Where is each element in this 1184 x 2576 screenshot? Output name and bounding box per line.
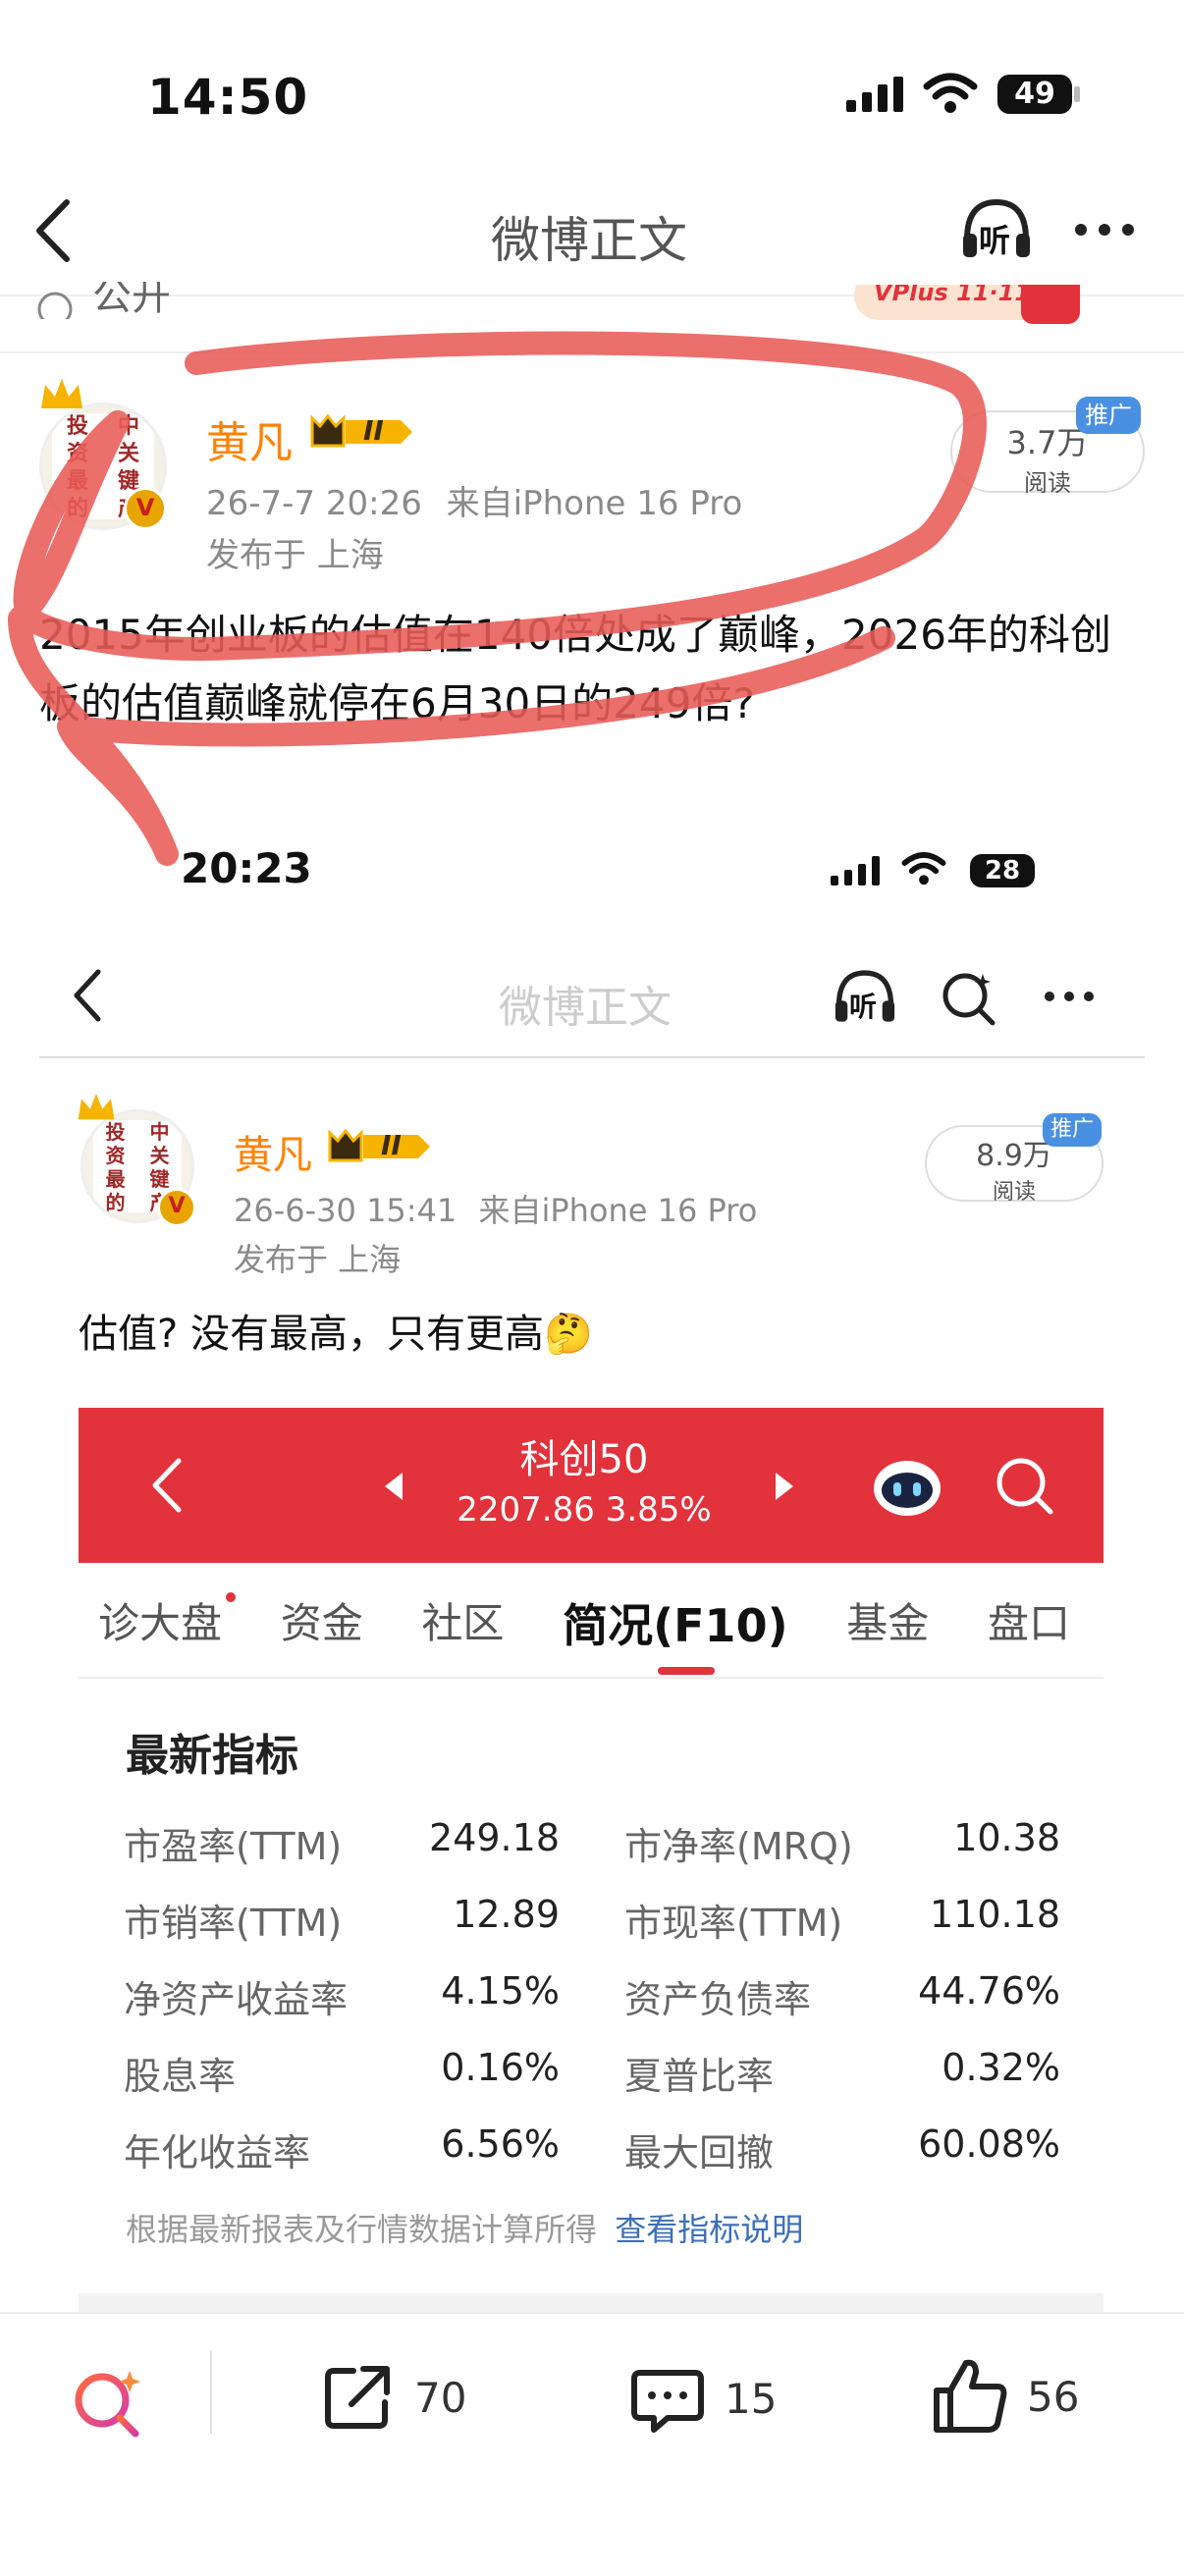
stock-prev-icon: [385, 1473, 403, 1500]
tab-fund: 基金: [846, 1599, 930, 1647]
inner-page-title: 微博正文: [499, 983, 672, 1033]
status-time: 14:50: [147, 69, 309, 126]
annotation-scribble: [8, 331, 987, 866]
metric-label: 资产负债率: [624, 1978, 812, 2021]
inner-back-chevron-icon: [69, 966, 108, 1029]
ai-search-icon[interactable]: [69, 2365, 147, 2443]
stock-bottom-strip: [79, 2293, 1103, 2313]
metric-value: 0.32%: [942, 2046, 1060, 2089]
inner-source-device: 来自iPhone 16 Pro: [478, 1192, 758, 1229]
tab-funds: 资金: [280, 1599, 363, 1647]
inner-battery-indicator: 28: [970, 854, 1035, 887]
like-button[interactable]: 56: [931, 2355, 1079, 2438]
globe-icon: [35, 290, 75, 319]
footnote: 根据最新报表及行情数据计算所得 查看指标说明: [126, 2205, 803, 2250]
repost-button[interactable]: 70: [320, 2359, 466, 2436]
comment-button[interactable]: 15: [628, 2359, 777, 2438]
tab-diagnose: 诊大盘: [98, 1599, 223, 1647]
thumbs-up-icon: [934, 2359, 1007, 2433]
inner-promo-tag: 推广: [1043, 1113, 1102, 1147]
inner-read-label: 阅读: [992, 1180, 1036, 1205]
section-title: 最新指标: [126, 1731, 298, 1781]
listen-label: 听: [979, 222, 1011, 259]
metric-value: 6.56%: [441, 2122, 560, 2166]
metric-value: 44.76%: [918, 1969, 1060, 2012]
metric-label: 最大回撤: [624, 2131, 775, 2174]
battery-indicator: 49: [997, 75, 1072, 114]
indicator-help-link: 查看指标说明: [615, 2211, 804, 2248]
repost-count: 70: [414, 2373, 467, 2422]
bottom-action-bar: 70 15 56: [0, 2312, 1184, 2576]
wifi-icon: [923, 71, 978, 118]
battery-tip: [1074, 86, 1080, 102]
tabs-divider: [79, 1677, 1103, 1679]
bar-separator: [210, 2351, 212, 2434]
metric-label: 夏普比率: [624, 2055, 775, 2098]
inner-nav-divider: [39, 1056, 1145, 1058]
listen-button[interactable]: 听: [957, 194, 1036, 263]
metric-value: 12.89: [453, 1893, 560, 1936]
metric-label: 市净率(MRQ): [624, 1825, 853, 1868]
stock-name: 科创50: [519, 1437, 649, 1482]
inner-signal-icon: [831, 856, 880, 886]
inner-level-text: II: [381, 1129, 402, 1161]
inner-level-badge: II: [324, 1125, 434, 1168]
back-chevron-icon[interactable]: [29, 196, 79, 269]
inner-post-meta: 26-6-30 15:41 来自iPhone 16 Pro: [234, 1186, 757, 1231]
tab-overview: 简况(F10): [563, 1599, 788, 1652]
metric-label: 市销率(TTM): [124, 1902, 343, 1945]
metric-value: 0.16%: [441, 2046, 560, 2089]
like-count: 56: [1027, 2372, 1080, 2421]
metric-value: 249.18: [429, 1816, 560, 1859]
metric-label: 市现率(TTM): [624, 1902, 843, 1945]
stock-header-bar: 科创50 2207.86 3.85%: [79, 1408, 1103, 1563]
robot-icon: [874, 1461, 941, 1516]
metric-label: 年化收益率: [124, 2131, 311, 2174]
metric-label: 市盈率(TTM): [124, 1825, 343, 1868]
inner-more-icon: [1045, 992, 1094, 1001]
metric-value: 110.18: [930, 1893, 1060, 1936]
metric-value: 4.15%: [441, 1969, 560, 2012]
inner-wifi-icon: [901, 850, 946, 889]
stock-tabs: 诊大盘 资金 社区 简况(F10) 基金 盘口: [98, 1590, 1070, 1655]
page-title: 微博正文: [491, 212, 687, 269]
more-icon[interactable]: [1075, 224, 1134, 236]
metric-label: 净资产收益率: [124, 1978, 349, 2021]
tab-orderbook: 盘口: [987, 1599, 1070, 1647]
vplus-label: VPlus 11·11: [874, 285, 1032, 306]
metric-label: 股息率: [124, 2055, 237, 2098]
comment-icon: [631, 2370, 704, 2433]
inner-verified-badge-icon: V: [157, 1188, 196, 1227]
inner-status-time: 20:23: [181, 844, 312, 892]
repost-icon: [325, 2366, 390, 2429]
signal-icon: [846, 77, 903, 112]
thinking-emoji-icon: 🤔: [543, 1312, 593, 1357]
comment-count: 15: [725, 2374, 778, 2423]
stock-search-icon: [996, 1458, 1053, 1515]
stock-price-line: 2207.86 3.85%: [457, 1490, 712, 1530]
inner-post-text-line: 估值? 没有最高，只有更高🤔: [79, 1302, 593, 1359]
tab-community: 社区: [421, 1599, 505, 1647]
inner-search-icon: [938, 968, 998, 1033]
inner-crown-icon: [75, 1090, 118, 1129]
tab-notify-dot: [226, 1592, 236, 1602]
inner-listen-button: 听: [830, 966, 900, 1027]
inner-timestamp: 26-6-30 15:41: [234, 1192, 457, 1229]
stock-back-chevron-icon: [152, 1458, 182, 1513]
inner-location: 发布于 上海: [234, 1241, 402, 1278]
inner-username: 黄凡: [234, 1133, 312, 1178]
footnote-text: 根据最新报表及行情数据计算所得: [126, 2211, 598, 2248]
metric-value: 10.38: [953, 1816, 1060, 1859]
inner-post-text: 估值? 没有最高，只有更高: [79, 1312, 544, 1357]
stock-next-icon: [776, 1473, 793, 1500]
active-tab-indicator: [658, 1667, 715, 1675]
visibility-label: 公开: [92, 282, 171, 319]
inner-listen-label: 听: [849, 991, 878, 1023]
metric-value: 60.08%: [918, 2122, 1060, 2166]
